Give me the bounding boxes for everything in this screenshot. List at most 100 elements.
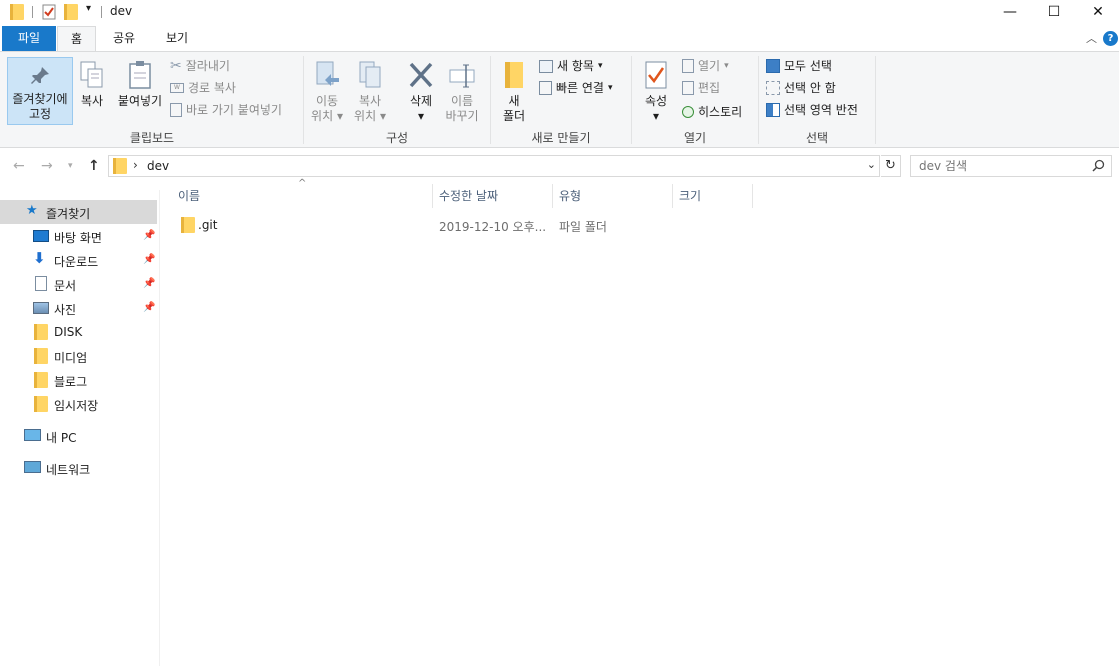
tab-share[interactable]: 공유	[104, 26, 144, 51]
tab-view[interactable]: 보기	[155, 26, 199, 51]
breadcrumb-current[interactable]: dev	[147, 159, 169, 173]
history-icon	[682, 106, 694, 118]
ribbon: 즐겨찾기에 고정 복사 붙여넣기 ✂ 잘라내기 W 경로 복사 바로 가기 붙여넣기…	[0, 51, 1119, 148]
paste-shortcut-icon	[170, 103, 182, 117]
search-input[interactable]	[919, 158, 1089, 174]
pin-icon[interactable]: 📌	[143, 302, 155, 313]
collapse-ribbon-icon[interactable]: ︿	[1086, 30, 1097, 46]
maximize-button[interactable]: ☐	[1031, 0, 1077, 24]
search-box[interactable]	[910, 155, 1112, 177]
new-folder-quick-icon[interactable]	[64, 4, 78, 20]
tab-home[interactable]: 홈	[57, 26, 96, 52]
open-button[interactable]: 열기 ▾	[682, 56, 729, 76]
easy-access-button[interactable]: 빠른 연결 ▾	[539, 78, 613, 98]
copy-path-icon: W	[170, 83, 184, 93]
folder-icon	[181, 217, 195, 233]
invert-selection-icon	[766, 103, 780, 117]
nav-item-blog[interactable]: 블로그	[0, 368, 157, 392]
copy-path-button[interactable]: W 경로 복사	[170, 78, 236, 98]
new-item-button[interactable]: 새 항목 ▾	[539, 56, 602, 76]
breadcrumb-chevron-icon[interactable]: ›	[133, 158, 138, 172]
file-row[interactable]: .git 2019-12-10 오후... 파일 폴더	[170, 213, 790, 237]
select-none-icon	[766, 81, 780, 95]
cut-button[interactable]: ✂ 잘라내기	[170, 56, 230, 76]
download-arrow-icon: ⬇	[33, 249, 46, 267]
column-header-size[interactable]: 크기	[679, 184, 751, 208]
nav-item-medium[interactable]: 미디엄	[0, 344, 157, 368]
move-to-icon	[313, 60, 341, 90]
properties-check-icon	[644, 60, 668, 90]
window-title: dev	[110, 4, 133, 18]
nav-item-pictures[interactable]: 사진 📌	[0, 296, 157, 320]
nav-item-downloads[interactable]: ⬇ 다운로드 📌	[0, 248, 157, 272]
select-none-button[interactable]: 선택 안 함	[766, 78, 836, 98]
recent-locations-chevron-icon[interactable]: ▾	[68, 161, 73, 171]
nav-network[interactable]: 네트워크	[0, 456, 157, 480]
copy-icon	[79, 60, 105, 90]
nav-item-temp[interactable]: 임시저장	[0, 392, 157, 416]
open-group-label: 열기	[683, 131, 707, 145]
rename-button[interactable]: 이름 바꾸기	[442, 60, 482, 124]
up-arrow-icon[interactable]: ↑	[88, 158, 100, 174]
easy-access-icon	[539, 81, 552, 95]
divider	[490, 56, 491, 144]
file-name: .git	[198, 218, 218, 232]
copy-button[interactable]: 복사	[76, 60, 108, 109]
edit-icon	[682, 81, 694, 95]
help-icon[interactable]: ?	[1103, 31, 1118, 46]
nav-item-documents[interactable]: 문서 📌	[0, 272, 157, 296]
close-button[interactable]: ✕	[1075, 0, 1119, 24]
divider[interactable]	[672, 184, 673, 208]
minimize-button[interactable]: —	[987, 0, 1033, 24]
tab-file[interactable]: 파일	[2, 26, 56, 51]
computer-icon	[24, 429, 41, 441]
delete-button[interactable]: 삭제 ▾	[401, 60, 441, 124]
divider[interactable]	[552, 184, 553, 208]
folder-icon	[34, 324, 48, 340]
copy-to-button[interactable]: 복사 위치 ▾	[350, 60, 390, 124]
properties-quick-icon[interactable]	[42, 4, 56, 20]
edit-button[interactable]: 편집	[682, 78, 720, 98]
nav-quick-access[interactable]: ★ 즐겨찾기	[0, 200, 157, 224]
search-icon[interactable]	[1092, 159, 1105, 175]
clipboard-group-label: 클립보드	[129, 131, 175, 145]
divider	[758, 56, 759, 144]
paste-button[interactable]: 붙여넣기	[115, 60, 165, 109]
move-to-button[interactable]: 이동 위치 ▾	[307, 60, 347, 124]
new-folder-button[interactable]: 새 폴더	[496, 60, 532, 124]
forward-arrow-icon[interactable]: →	[41, 158, 53, 174]
open-icon	[682, 59, 694, 73]
folder-icon	[10, 4, 24, 20]
rename-icon	[448, 60, 476, 90]
column-header-date[interactable]: 수정한 날짜	[439, 184, 551, 208]
column-header-type[interactable]: 유형	[559, 184, 671, 208]
select-all-button[interactable]: 모두 선택	[766, 56, 832, 76]
address-bar[interactable]: › dev ⌄	[108, 155, 880, 177]
properties-button[interactable]: 속성 ▾	[638, 60, 674, 124]
paste-shortcut-button[interactable]: 바로 가기 붙여넣기	[170, 100, 282, 120]
clipboard-icon	[128, 60, 152, 90]
pin-icon[interactable]: 📌	[143, 230, 155, 241]
new-item-icon	[539, 59, 553, 73]
title-bar: ▾ dev — ☐ ✕	[0, 0, 1119, 24]
customize-quick-access-icon[interactable]: ▾	[86, 3, 91, 19]
nav-item-desktop[interactable]: 바탕 화면 📌	[0, 224, 157, 248]
document-icon	[35, 276, 47, 291]
select-group-label: 선택	[805, 131, 829, 145]
back-arrow-icon[interactable]: ←	[13, 158, 25, 174]
pin-icon	[28, 64, 52, 88]
pin-icon[interactable]: 📌	[143, 278, 155, 289]
invert-selection-button[interactable]: 선택 영역 반전	[766, 100, 858, 120]
nav-item-disk[interactable]: DISK	[0, 320, 157, 344]
nav-this-pc[interactable]: 내 PC	[0, 424, 157, 448]
file-type: 파일 폴더	[559, 220, 607, 234]
divider[interactable]	[432, 184, 433, 208]
history-button[interactable]: 히스토리	[682, 102, 742, 122]
divider[interactable]	[752, 184, 753, 208]
navigation-bar: ← → ▾ ↑ › dev ⌄ ↻	[0, 150, 1119, 182]
network-icon	[24, 461, 41, 473]
column-header-name[interactable]: 이름	[178, 184, 432, 208]
pin-icon[interactable]: 📌	[143, 254, 155, 265]
address-dropdown-icon[interactable]: ⌄	[867, 158, 876, 171]
refresh-icon[interactable]: ↻	[881, 155, 901, 177]
